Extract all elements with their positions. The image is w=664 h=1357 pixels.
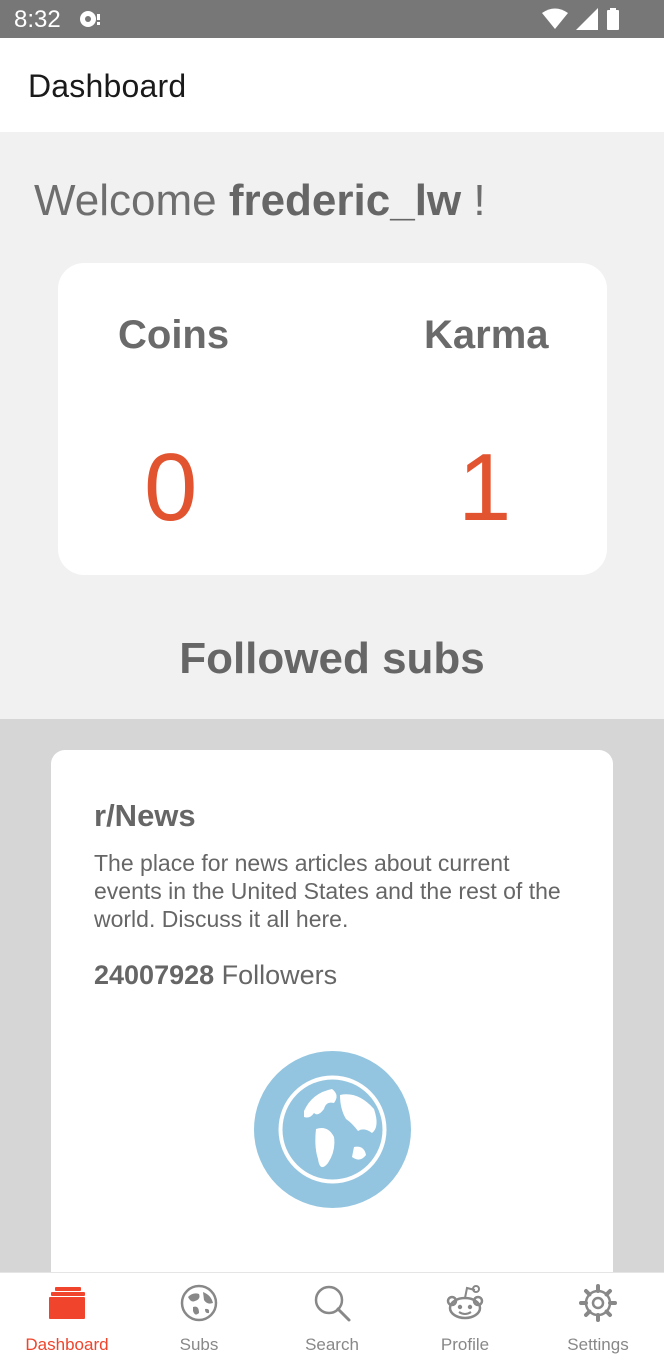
- nav-subs[interactable]: Subs: [133, 1273, 265, 1357]
- dashboard-icon: [47, 1283, 87, 1323]
- sub-followers: 24007928 Followers: [94, 960, 337, 991]
- sub-card[interactable]: r/News The place for news articles about…: [51, 750, 613, 1272]
- nav-label-dashboard: Dashboard: [25, 1335, 109, 1354]
- search-icon: [312, 1283, 352, 1323]
- nav-search[interactable]: Search: [266, 1273, 398, 1357]
- signal-icon: [576, 8, 598, 35]
- nav-label-settings: Settings: [567, 1335, 629, 1354]
- welcome-suffix: !: [461, 176, 486, 225]
- username: frederic_lw: [228, 176, 462, 225]
- karma-value: 1: [458, 434, 512, 541]
- followed-subs-list[interactable]: r/News The place for news articles about…: [0, 719, 664, 1272]
- app-bar: Dashboard: [0, 38, 664, 132]
- battery-icon: [606, 8, 620, 35]
- coins-label: Coins: [118, 313, 230, 357]
- followers-label: Followers: [214, 960, 338, 990]
- status-bar: 8:32: [0, 0, 664, 38]
- nav-label-profile: Profile: [440, 1335, 490, 1354]
- nav-label-search: Search: [305, 1335, 359, 1354]
- globe-icon: [254, 1051, 411, 1208]
- globe-icon: [179, 1283, 219, 1323]
- welcome-prefix: Welcome: [34, 176, 229, 225]
- nav-profile[interactable]: Profile: [399, 1273, 531, 1357]
- nav-label-subs: Subs: [179, 1335, 219, 1354]
- sub-name: r/News: [94, 798, 196, 833]
- notification-icon: [78, 8, 102, 35]
- gear-icon: [578, 1283, 618, 1323]
- coins-value: 0: [144, 434, 198, 541]
- wifi-icon: [542, 8, 568, 35]
- followed-subs-title: Followed subs: [179, 634, 485, 683]
- nav-settings[interactable]: Settings: [532, 1273, 664, 1357]
- bottom-navigation: Dashboard Subs Search Profile Settings: [0, 1272, 664, 1357]
- page-title: Dashboard: [28, 68, 187, 104]
- stats-card: Coins Karma 0 1: [58, 263, 607, 575]
- status-time: 8:32: [14, 6, 61, 33]
- welcome-message: Welcome frederic_lw !: [34, 176, 486, 226]
- karma-label: Karma: [424, 313, 549, 357]
- sub-description: The place for news articles about curren…: [94, 850, 561, 932]
- nav-dashboard[interactable]: Dashboard: [1, 1273, 133, 1357]
- followers-count: 24007928: [94, 960, 215, 990]
- reddit-alien-icon: [445, 1283, 485, 1323]
